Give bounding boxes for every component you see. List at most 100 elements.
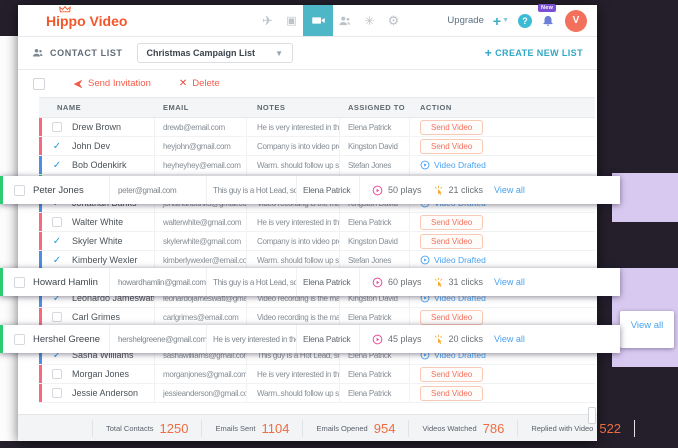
- row-checkbox[interactable]: [52, 122, 62, 132]
- view-all-link[interactable]: View all: [494, 334, 525, 344]
- contacts-icon[interactable]: [333, 5, 357, 36]
- send-video-button[interactable]: Send Video: [420, 120, 483, 135]
- row-checkbox[interactable]: [52, 388, 62, 398]
- footer-stat: Emails Sent1104: [202, 420, 303, 437]
- new-badge: New: [538, 4, 556, 12]
- clicks-count: 21 clicks: [449, 185, 484, 195]
- row-checkbox[interactable]: ✓: [52, 141, 62, 151]
- plus-icon: +: [493, 13, 501, 29]
- highlighted-table-row: Hershel Greenehershelgreene@gmail.comHe …: [0, 325, 620, 353]
- contact-assigned: Elena Patrick: [348, 389, 391, 398]
- background-panel: [0, 36, 18, 441]
- table-row: Jessie Andersonjessieanderson@gmail.comW…: [39, 384, 595, 403]
- contact-email: heyjohn@gmail.com: [163, 142, 231, 151]
- view-all-link[interactable]: View all: [494, 185, 525, 195]
- contact-notes: Warm..should follow up so...: [257, 389, 340, 398]
- send-video-button[interactable]: Send Video: [420, 234, 483, 249]
- send-video-button[interactable]: Send Video: [420, 367, 483, 382]
- table-row: Drew Browndrewb@email.comHe is very inte…: [39, 118, 595, 137]
- view-all-popup[interactable]: View all: [620, 311, 674, 348]
- send-video-button[interactable]: Send Video: [420, 139, 483, 154]
- integrations-icon[interactable]: ✳: [357, 5, 381, 36]
- contact-email: kimberlywexler@email.com: [163, 256, 247, 265]
- table-row: ✓Skyler Whiteskylerwhite@gmail.comCompan…: [39, 232, 595, 251]
- row-checkbox[interactable]: ✓: [52, 160, 62, 170]
- delete-button[interactable]: ✕ Delete: [179, 78, 220, 89]
- clicks-count: 31 clicks: [449, 277, 484, 287]
- row-checkbox[interactable]: ✓: [52, 236, 62, 246]
- contact-assigned: Kingston David: [348, 237, 398, 246]
- play-circle-icon: [420, 255, 430, 265]
- row-checkbox[interactable]: ✓: [52, 255, 62, 265]
- contact-assigned: Elena Patrick: [348, 370, 391, 379]
- hippo-video-logo[interactable]: Hippo Video: [46, 13, 127, 29]
- plays-count: 60 plays: [388, 277, 422, 287]
- contact-assigned: Elena Patrick: [348, 123, 391, 132]
- user-avatar[interactable]: V: [565, 10, 587, 32]
- send-video-button[interactable]: Send Video: [420, 310, 483, 325]
- column-header-assigned: ASSIGNED TO: [340, 103, 410, 112]
- footer-stat-value: 954: [374, 421, 396, 436]
- contact-email: skylerwhite@gmail.com: [163, 237, 241, 246]
- footer-stat-label: Total Contacts: [106, 424, 154, 433]
- video-drafted-status: Video Drafted: [420, 255, 486, 265]
- row-checkbox[interactable]: [52, 217, 62, 227]
- scrollbar-thumb[interactable]: [588, 407, 596, 424]
- plays-icon: [372, 334, 383, 345]
- plays-icon: [372, 277, 383, 288]
- contact-assigned: Kingston David: [348, 142, 398, 151]
- footer-stat: Videos Watched 786: [409, 420, 518, 437]
- contacts-table: NAME EMAIL NOTES ASSIGNED TO ACTION Drew…: [39, 97, 595, 403]
- row-checkbox[interactable]: [52, 312, 62, 322]
- chevron-down-icon: ▼: [502, 17, 509, 24]
- quick-add-button[interactable]: +▼: [493, 13, 509, 29]
- contact-name: Walter White: [72, 217, 123, 227]
- row-status-stripe: [39, 384, 42, 402]
- record-video-icon[interactable]: [303, 5, 333, 36]
- campaigns-send-icon[interactable]: ✈: [255, 5, 279, 36]
- contact-assigned: Elena Patrick: [303, 334, 350, 344]
- clicks-icon: [433, 185, 444, 196]
- row-checkbox[interactable]: [14, 334, 25, 345]
- upgrade-link[interactable]: Upgrade: [447, 15, 483, 26]
- video-drafted-label: Video Drafted: [434, 160, 486, 170]
- top-header: Hippo Video ✈▣ ✳⚙ Upgrade +▼ ? New V: [18, 5, 597, 37]
- table-row: ✓Bob Odenkirkheyheyhey@email.comWarm. sh…: [39, 156, 595, 175]
- plus-icon: +: [485, 46, 492, 60]
- help-button[interactable]: ?: [518, 14, 532, 28]
- contact-notes: He is very interested in the prod...: [257, 218, 340, 227]
- contact-notes: This guy is a Hot Lead, so...: [213, 278, 297, 287]
- row-checkbox[interactable]: [52, 369, 62, 379]
- contact-name: Peter Jones: [33, 185, 84, 196]
- footer-stat-label: Videos Watched: [422, 424, 476, 433]
- app-window: Hippo Video ✈▣✳⚙ Upgrade +▼ ? New V CONT…: [18, 5, 597, 441]
- list-selector-dropdown[interactable]: Christmas Campaign List ▼: [137, 43, 293, 63]
- settings-icon[interactable]: ⚙: [381, 5, 405, 36]
- footer-stat-value: 786: [483, 421, 505, 436]
- row-checkbox[interactable]: [14, 185, 25, 196]
- send-video-button[interactable]: Send Video: [420, 386, 483, 401]
- contact-notes: He is very interested in the prod...: [213, 335, 297, 344]
- row-status-stripe: [39, 308, 42, 326]
- clicks-icon: [433, 277, 444, 288]
- video-drafted-label: Video Drafted: [434, 255, 486, 265]
- header-right-group: Upgrade +▼ ? New V: [447, 10, 587, 32]
- create-new-list-button[interactable]: + CREATE NEW LIST: [485, 46, 583, 60]
- contact-assigned: Elena Patrick: [348, 218, 391, 227]
- contact-notes: Company is into video produ...: [257, 142, 340, 151]
- send-invitation-button[interactable]: Send Invitation: [73, 78, 151, 89]
- contact-name: Drew Brown: [72, 122, 121, 132]
- bell-icon: [541, 13, 556, 27]
- send-video-button[interactable]: Send Video: [420, 215, 483, 230]
- video-library-icon[interactable]: ▣: [279, 5, 303, 36]
- contact-name: Bob Odenkirk: [72, 160, 127, 170]
- plays-icon: [372, 185, 383, 196]
- notifications-button[interactable]: New: [541, 13, 556, 28]
- contact-email: peter@gmail.com: [118, 186, 176, 195]
- contact-name: Skyler White: [72, 236, 123, 246]
- row-checkbox[interactable]: [14, 277, 25, 288]
- contact-notes: This guy is a Hot Lead, so..: [213, 186, 297, 195]
- select-all-checkbox[interactable]: [33, 78, 45, 90]
- view-all-link[interactable]: View all: [494, 277, 525, 287]
- column-header-notes: NOTES: [247, 103, 340, 112]
